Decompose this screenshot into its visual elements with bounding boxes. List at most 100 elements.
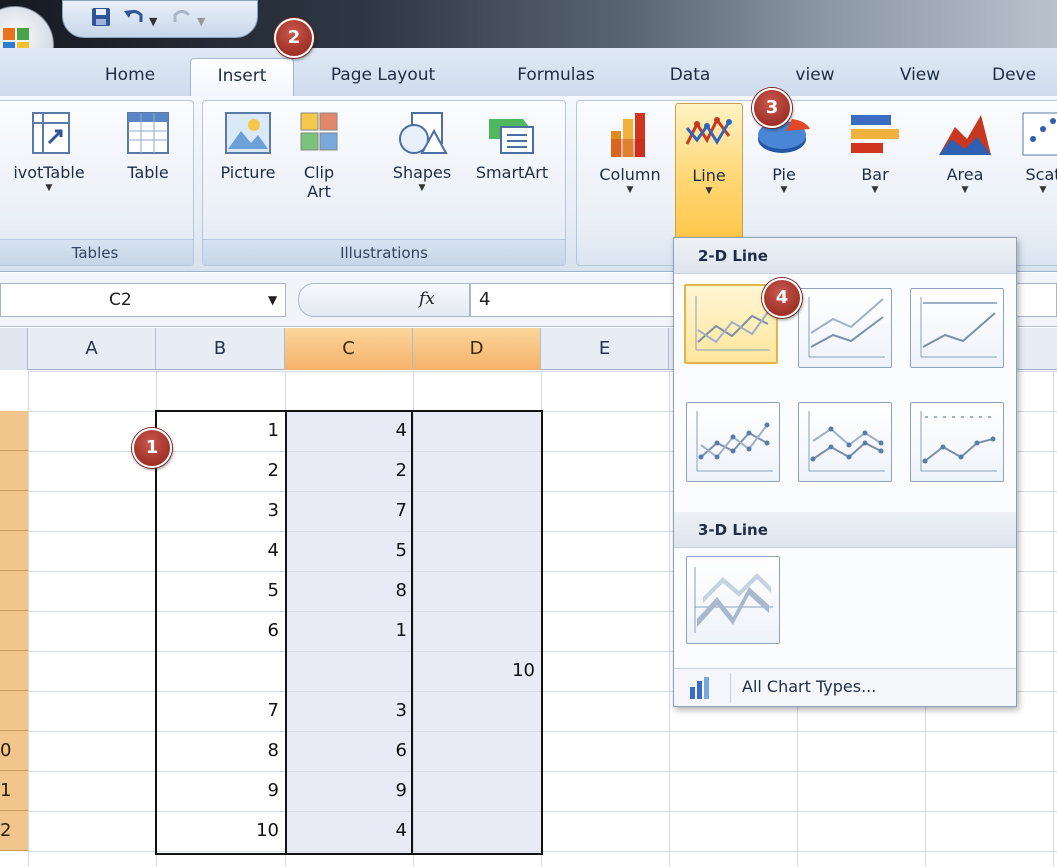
column-label: Column xyxy=(599,165,661,184)
picture-label: Picture xyxy=(220,163,276,182)
save-icon[interactable] xyxy=(91,7,111,31)
row-header[interactable] xyxy=(0,611,28,651)
select-all-corner[interactable] xyxy=(0,328,28,370)
group-label-illustrations: Illustrations xyxy=(203,239,565,265)
line-chart-icon xyxy=(685,117,732,145)
tab-view[interactable]: View xyxy=(880,58,960,96)
pivottable-button[interactable]: ivotTable ▼ xyxy=(1,109,97,194)
grid-vline xyxy=(1053,371,1054,867)
table-label: Table xyxy=(127,163,169,182)
clip-art-button[interactable]: Clip Art xyxy=(291,109,347,201)
tab-home[interactable]: Home xyxy=(84,58,176,96)
name-box[interactable]: C2 xyxy=(0,283,286,317)
bar-chart-button[interactable]: Bar ▼ xyxy=(843,109,907,196)
quick-access-toolbar: ▼ ▼ xyxy=(62,0,258,38)
tab-formulas[interactable]: Formulas xyxy=(494,58,618,96)
row-header[interactable] xyxy=(0,651,28,691)
callout-step-2: 2 xyxy=(274,18,314,58)
range-border-d xyxy=(411,410,543,855)
section-3d-line: 3-D Line xyxy=(674,512,1016,548)
bar-chart-icon xyxy=(851,115,899,153)
chevron-down-icon: ▼ xyxy=(418,183,426,193)
row-header[interactable] xyxy=(0,491,28,531)
tab-review[interactable]: view xyxy=(770,58,860,96)
bar-label: Bar xyxy=(861,165,889,184)
picture-icon xyxy=(225,112,271,154)
thumb-3d-line[interactable] xyxy=(686,556,780,644)
chevron-down-icon: ▼ xyxy=(626,185,634,195)
all-chart-types-icon xyxy=(690,677,709,699)
smartart-icon xyxy=(489,119,534,154)
clipart-icon xyxy=(300,112,338,151)
scatter-label: Scat xyxy=(1025,165,1057,184)
row-number: 2 xyxy=(0,820,12,841)
column-chart-button[interactable]: Column ▼ xyxy=(587,109,673,196)
thumb-stacked-line[interactable] xyxy=(798,288,892,368)
area-chart-icon xyxy=(939,115,991,155)
area-label: Area xyxy=(946,165,984,184)
chevron-down-icon: ▼ xyxy=(871,185,879,195)
tab-developer[interactable]: Deve xyxy=(992,58,1057,96)
name-box-dropdown-icon[interactable]: ▼ xyxy=(268,293,277,307)
pivottable-icon xyxy=(32,112,70,154)
undo-dropdown-icon[interactable]: ▼ xyxy=(149,11,157,33)
column-chart-icon xyxy=(611,113,645,157)
area-chart-button[interactable]: Area ▼ xyxy=(929,109,1001,196)
ribbon-tabs: Home Insert Page Layout Formulas Data vi… xyxy=(0,48,1057,96)
table-button[interactable]: Table xyxy=(111,109,185,182)
chevron-down-icon: ▼ xyxy=(45,183,53,193)
section-2d-line: 2-D Line xyxy=(674,238,1016,274)
line-chart-button[interactable]: Line ▼ xyxy=(675,103,743,239)
smartart-button[interactable]: SmartArt xyxy=(465,109,559,182)
undo-icon[interactable] xyxy=(123,7,145,31)
pie-label: Pie xyxy=(772,165,796,184)
thumb-line-markers[interactable] xyxy=(686,402,780,482)
group-tables: ivotTable ▼ Table Tables xyxy=(0,100,194,266)
all-chart-types-label: All Chart Types... xyxy=(742,677,877,696)
scatter-chart-icon xyxy=(1022,112,1057,156)
redo-dropdown-icon[interactable]: ▼ xyxy=(197,11,205,33)
redo-icon[interactable] xyxy=(171,7,193,31)
shapes-label: Shapes xyxy=(392,163,452,182)
row-header[interactable] xyxy=(0,411,28,451)
callout-step-1: 1 xyxy=(132,428,172,468)
row-header[interactable] xyxy=(0,571,28,611)
formula-controls: fx xyxy=(298,283,470,317)
pivottable-label: ivotTable xyxy=(13,163,85,182)
thumb-100-stacked-line[interactable] xyxy=(910,288,1004,368)
row-header[interactable] xyxy=(0,531,28,571)
chevron-down-icon: ▼ xyxy=(705,186,713,196)
column-header-b[interactable]: B xyxy=(156,328,285,370)
thumb-stacked-line-markers[interactable] xyxy=(798,402,892,482)
shapes-button[interactable]: Shapes ▼ xyxy=(379,109,465,194)
group-label-tables: Tables xyxy=(0,239,193,265)
column-header-a[interactable]: A xyxy=(28,328,156,370)
table-icon xyxy=(127,112,169,154)
callout-step-4: 4 xyxy=(762,278,802,318)
group-illustrations: Picture Clip Art Shapes ▼ SmartArt Illus… xyxy=(202,100,566,266)
column-header-d[interactable]: D xyxy=(413,328,541,370)
column-header-c[interactable]: C xyxy=(285,328,413,370)
all-chart-types-row[interactable]: All Chart Types... xyxy=(674,668,1016,706)
line-label: Line xyxy=(692,166,726,185)
fx-icon[interactable]: fx xyxy=(419,289,435,309)
callout-step-3: 3 xyxy=(752,88,792,128)
tab-insert[interactable]: Insert xyxy=(190,58,294,96)
column-header-e[interactable]: E xyxy=(541,328,669,370)
line-chart-dropdown: 2-D Line 3-D Line All Chart Types... xyxy=(673,237,1017,707)
clip-art-label-line2: Art xyxy=(307,182,331,201)
range-border-b xyxy=(155,410,287,855)
smartart-label: SmartArt xyxy=(475,163,549,182)
range-border-c xyxy=(285,410,413,855)
tab-page-layout[interactable]: Page Layout xyxy=(310,58,456,96)
grid-vline xyxy=(669,371,670,867)
shapes-icon xyxy=(399,112,448,154)
picture-button[interactable]: Picture xyxy=(209,109,287,182)
row-header[interactable] xyxy=(0,691,28,731)
row-number: 0 xyxy=(0,740,12,761)
tab-data[interactable]: Data xyxy=(650,58,730,96)
scatter-chart-button[interactable]: Scat ▼ xyxy=(1013,109,1057,196)
chevron-down-icon: ▼ xyxy=(961,185,969,195)
thumb-100-stacked-line-markers[interactable] xyxy=(910,402,1004,482)
row-header[interactable] xyxy=(0,451,28,491)
